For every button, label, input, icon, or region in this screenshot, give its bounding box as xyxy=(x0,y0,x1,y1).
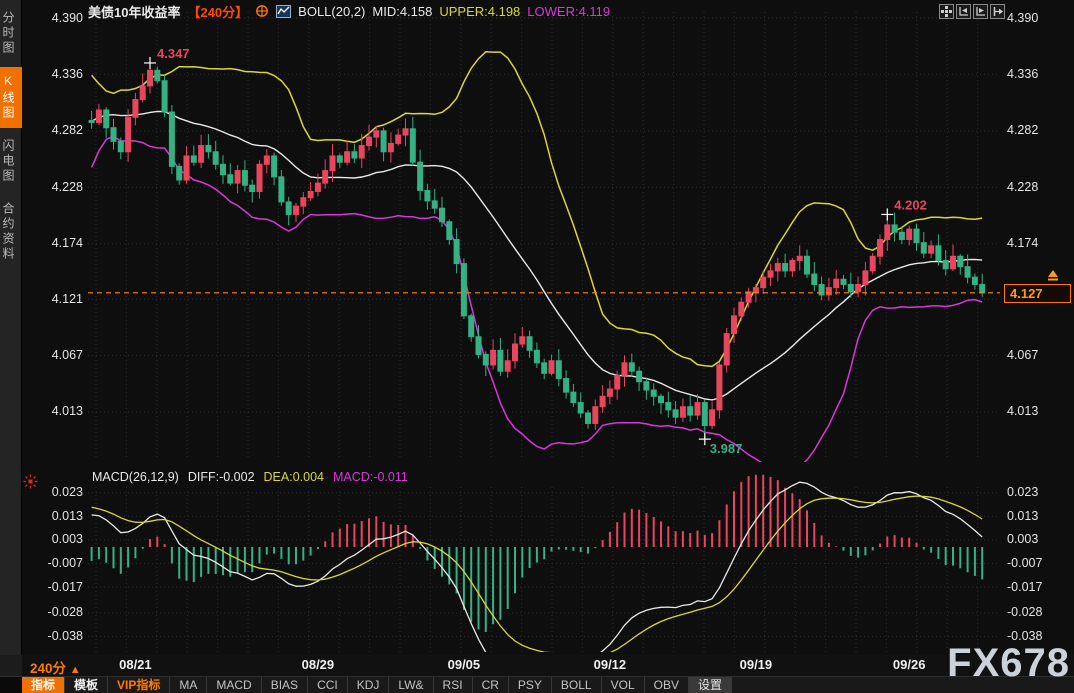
price-axis-right-4.282: 4.282 xyxy=(1007,124,1065,137)
price-axis-left-4.390: 4.390 xyxy=(25,12,83,25)
price-axis-left-4.121: 4.121 xyxy=(25,293,83,306)
boll-upper-value: UPPER:4.198 xyxy=(439,4,520,19)
indicator-tab-VOL[interactable]: VOL xyxy=(602,677,645,693)
macd-axis-left--0.028: -0.028 xyxy=(25,606,83,619)
current-price-value: 4.127 xyxy=(1010,286,1043,301)
kline-chart-canvas[interactable]: 4.347 4.202 3.987 xyxy=(0,0,1074,655)
price-axis-left-4.067: 4.067 xyxy=(25,349,83,362)
pan-icon[interactable] xyxy=(939,4,954,19)
price-axis-right-4.174: 4.174 xyxy=(1007,237,1065,250)
indicator-tab-指标[interactable]: 指标 xyxy=(22,677,65,693)
price-axis-left-4.228: 4.228 xyxy=(25,181,83,194)
indicator-tab-PSY[interactable]: PSY xyxy=(509,677,552,693)
date-label-09/26: 09/26 xyxy=(887,657,931,672)
date-label-08/29: 08/29 xyxy=(296,657,340,672)
macd-axis-left--0.007: -0.007 xyxy=(25,557,83,570)
indicator-tab-CCI[interactable]: CCI xyxy=(308,677,348,693)
indicator-tabbar: 指标模板VIP指标MAMACDBIASCCIKDJLW&RSICRPSYBOLL… xyxy=(0,676,1074,693)
indicator-settings-icon[interactable] xyxy=(23,474,38,494)
price-annotation-4.347: 4.347 xyxy=(157,46,190,61)
indicator-tab-LW&[interactable]: LW& xyxy=(389,677,433,693)
fx678-watermark: FX678 xyxy=(947,641,1070,685)
chart-titlebar: 美债10年收益率 【240分】 BOLL(20,2) MID:4.158 UPP… xyxy=(88,3,610,19)
indicator-tab-CR[interactable]: CR xyxy=(473,677,509,693)
macd-dea-value: DEA:0.004 xyxy=(264,470,324,484)
macd-params-label: MACD(26,12,9) xyxy=(92,470,179,484)
macd-axis-left-0.013: 0.013 xyxy=(25,510,83,523)
macd-macd-value: MACD:-0.011 xyxy=(333,470,408,484)
date-label-09/19: 09/19 xyxy=(734,657,778,672)
price-axis-left-4.013: 4.013 xyxy=(25,405,83,418)
price-axis-right-4.336: 4.336 xyxy=(1007,68,1065,81)
date-label-09/05: 09/05 xyxy=(442,657,486,672)
footer-corner xyxy=(0,655,22,676)
price-axis-right-4.067: 4.067 xyxy=(1007,349,1065,362)
price-axis-left-4.174: 4.174 xyxy=(25,237,83,250)
boll-lower-value: LOWER:4.119 xyxy=(527,4,610,19)
timeframe-label: 240分 xyxy=(30,661,66,676)
price-axis-right-4.228: 4.228 xyxy=(1007,181,1065,194)
macd-axis-right--0.017: -0.017 xyxy=(1007,581,1065,594)
date-label-08/21: 08/21 xyxy=(113,657,157,672)
instrument-title: 美债10年收益率 xyxy=(88,2,180,21)
indicator-tab-MA[interactable]: MA xyxy=(170,677,207,693)
macd-axis-right-0.013: 0.013 xyxy=(1007,510,1065,523)
time-axis: 240分 ▲ 08/21 08/29 09/05 09/12 09/19 09/26 xyxy=(0,655,1074,676)
macd-axis-left--0.038: -0.038 xyxy=(25,630,83,643)
macd-axis-right-0.023: 0.023 xyxy=(1007,486,1065,499)
tabbar-corner xyxy=(0,677,22,693)
price-annotation-3.987: 3.987 xyxy=(710,441,743,456)
period-tag[interactable]: 【240分】 xyxy=(187,2,248,21)
indicator-tab-BOLL[interactable]: BOLL xyxy=(552,677,602,693)
macd-axis-left-0.003: 0.003 xyxy=(25,533,83,546)
macd-axis-right--0.007: -0.007 xyxy=(1007,557,1065,570)
current-price-tag[interactable]: 4.127 xyxy=(1004,284,1071,303)
macd-diff-value: DIFF:-0.002 xyxy=(188,470,255,484)
macd-axis-right-0.003: 0.003 xyxy=(1007,533,1065,546)
sidebar-tab-合约资料[interactable]: 合约资料 xyxy=(0,195,22,269)
macd-axis-left--0.017: -0.017 xyxy=(25,581,83,594)
indicator-tab-RSI[interactable]: RSI xyxy=(434,677,473,693)
go-to-latest-icon[interactable] xyxy=(990,4,1005,19)
boll-mid-value: MID:4.158 xyxy=(372,4,432,19)
indicator-tab-模板[interactable]: 模板 xyxy=(65,677,108,693)
crosshair-icon[interactable] xyxy=(255,4,269,18)
indicator-tab-OBV[interactable]: OBV xyxy=(645,677,689,693)
timeframe-arrow-icon: ▲ xyxy=(70,664,81,676)
macd-header: MACD(26,12,9) DIFF:-0.002 DEA:0.004 MACD… xyxy=(92,469,408,484)
sidebar-tab-闪电图[interactable]: 闪电图 xyxy=(0,132,22,191)
sidebar-tab-K线图[interactable]: K线图 xyxy=(0,67,22,128)
timeframe-selector[interactable]: 240分 ▲ xyxy=(30,657,81,677)
price-annotation-4.202: 4.202 xyxy=(894,197,927,212)
indicator-tab-KDJ[interactable]: KDJ xyxy=(348,677,390,693)
price-axis-right-4.013: 4.013 xyxy=(1007,405,1065,418)
zoom-out-axis-icon[interactable] xyxy=(956,4,971,19)
macd-axis-right--0.028: -0.028 xyxy=(1007,606,1065,619)
indicator-tab-MACD[interactable]: MACD xyxy=(207,677,261,693)
indicator-tab-VIP指标[interactable]: VIP指标 xyxy=(108,677,170,693)
price-axis-right-4.390: 4.390 xyxy=(1007,12,1065,25)
trading-app-window: 4.347 4.202 3.987 分时图 K线图闪电图合约资料 美债10年收益率 【… xyxy=(0,0,1074,693)
indicator-chart-icon[interactable] xyxy=(276,5,291,18)
sidebar-tab-分时图[interactable]: 分时图 xyxy=(0,4,22,63)
chart-toolbar xyxy=(939,4,1005,19)
chart-type-sidebar: 分时图 K线图闪电图合约资料 xyxy=(0,0,22,655)
indicator-tab-BIAS[interactable]: BIAS xyxy=(262,677,308,693)
price-axis-left-4.336: 4.336 xyxy=(25,68,83,81)
price-axis-left-4.282: 4.282 xyxy=(25,124,83,137)
zoom-in-axis-icon[interactable] xyxy=(973,4,988,19)
date-label-09/12: 09/12 xyxy=(588,657,632,672)
boll-indicator-label: BOLL(20,2) xyxy=(298,4,365,19)
indicator-tab-设置[interactable]: 设置 xyxy=(689,677,732,693)
